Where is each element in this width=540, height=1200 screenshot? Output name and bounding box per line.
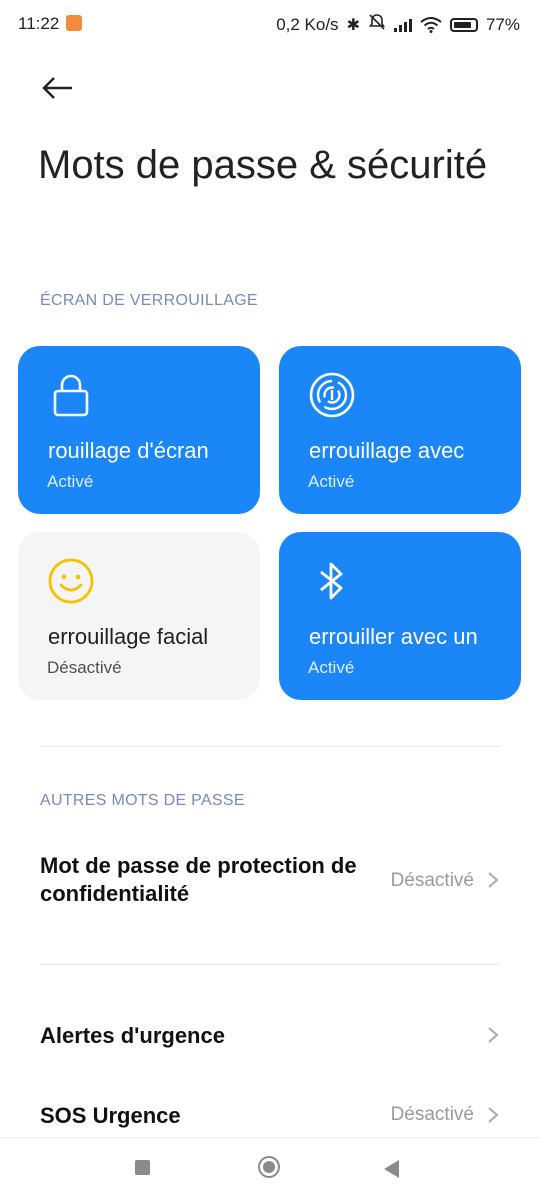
chevron-right-icon bbox=[486, 1026, 500, 1044]
chevron-right-icon bbox=[486, 1106, 500, 1124]
bluetooth-icon bbox=[309, 558, 355, 604]
tile-bluetooth-unlock[interactable]: errouiller avec un Activé bbox=[279, 532, 521, 700]
tile-fingerprint[interactable]: errouillage avec Activé bbox=[279, 346, 521, 514]
navigation-bar bbox=[0, 1137, 540, 1200]
divider bbox=[40, 746, 500, 747]
battery-percent: 77% bbox=[485, 14, 520, 34]
row-sos-emergency[interactable]: SOS Urgence Désactivé bbox=[0, 1098, 540, 1134]
row-emergency-alerts[interactable]: Alertes d'urgence bbox=[0, 1018, 540, 1054]
row-label: Alertes d'urgence bbox=[40, 1023, 225, 1048]
tile-face-unlock[interactable]: errouillage facial Désactivé bbox=[18, 532, 260, 700]
tile-label: errouiller avec un bbox=[309, 624, 478, 649]
tile-state: Activé bbox=[47, 472, 94, 491]
row-value: Désactivé bbox=[390, 870, 474, 891]
page-title: Mots de passe & sécurité bbox=[38, 143, 488, 187]
tile-state: Activé bbox=[308, 658, 355, 677]
bluetooth-icon: ✱ bbox=[346, 16, 360, 34]
status-time: 11:22 bbox=[18, 14, 60, 33]
tile-label: errouillage facial bbox=[48, 624, 209, 649]
status-bar: 11:22 0,2 Ko/s ✱ 77% bbox=[0, 0, 540, 48]
chevron-right-icon bbox=[486, 871, 500, 889]
row-label: SOS Urgence bbox=[40, 1103, 181, 1128]
row-value: Désactivé bbox=[390, 1104, 474, 1125]
status-right: 0,2 Ko/s ✱ 77% bbox=[276, 13, 520, 36]
fingerprint-icon bbox=[309, 372, 355, 418]
row-label: Mot de passe de protection de confidenti… bbox=[40, 853, 357, 906]
tile-screen-lock[interactable]: rouillage d'écran Activé bbox=[18, 346, 260, 514]
tile-label: rouillage d'écran bbox=[48, 438, 209, 463]
divider bbox=[40, 964, 500, 965]
back-arrow-icon[interactable] bbox=[38, 70, 78, 106]
signal-icon bbox=[393, 18, 412, 32]
tile-label: errouillage avec bbox=[309, 438, 465, 463]
home-button[interactable] bbox=[258, 1156, 280, 1178]
nav-back-button[interactable] bbox=[384, 1160, 399, 1178]
face-icon bbox=[48, 558, 94, 604]
row-privacy-password[interactable]: Mot de passe de protection de confidenti… bbox=[0, 848, 540, 918]
tile-state: Désactivé bbox=[47, 658, 122, 677]
section-label-other-passwords: AUTRES MOTS DE PASSE bbox=[40, 792, 245, 809]
section-label-lock-screen: ÉCRAN DE VERROUILLAGE bbox=[40, 292, 258, 309]
tile-state: Activé bbox=[308, 472, 355, 491]
recents-button[interactable] bbox=[135, 1160, 150, 1175]
battery-icon bbox=[449, 17, 478, 32]
wifi-icon bbox=[420, 16, 442, 33]
notification-icon bbox=[66, 15, 82, 31]
network-speed: 0,2 Ko/s bbox=[276, 14, 339, 34]
lock-icon bbox=[48, 372, 94, 418]
bell-muted-icon bbox=[368, 13, 386, 36]
